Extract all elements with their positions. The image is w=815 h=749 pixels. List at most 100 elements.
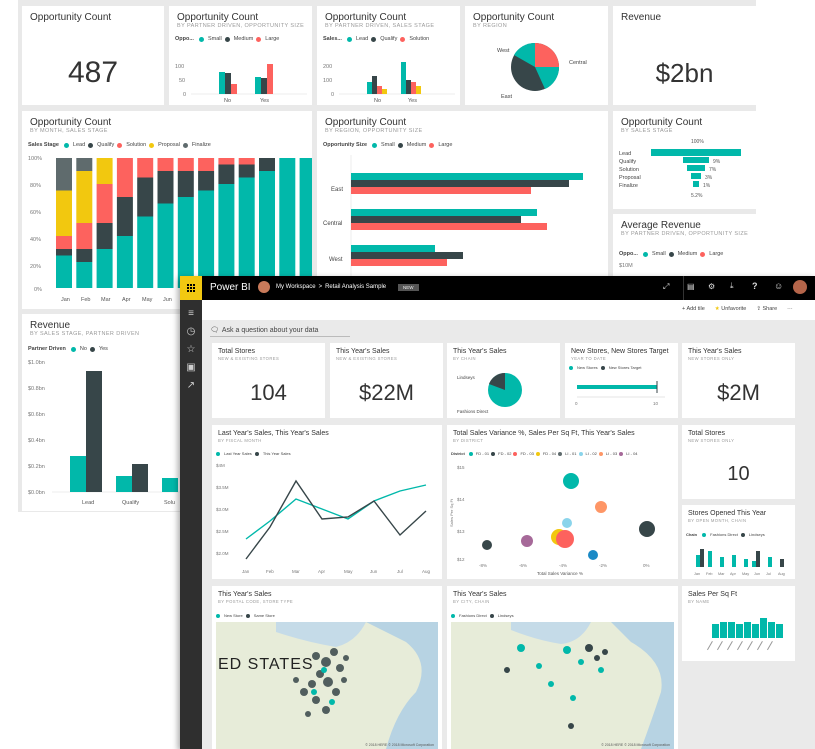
- chart-legend: Sales... Lead Qualify Solution: [323, 36, 430, 42]
- tick-label: 100: [175, 64, 184, 70]
- x-tick: 0%: [643, 563, 650, 568]
- bar: [351, 223, 547, 230]
- variance-scatter-chart[interactable]: Total Sales Variance %, Sales Per Sq Ft,…: [447, 425, 678, 579]
- map-canvas[interactable]: © 2018 HERE © 2018 Microsoft Corporation: [451, 622, 674, 749]
- gear-icon[interactable]: ⚙: [708, 282, 715, 291]
- sales-new-stores-card[interactable]: This Year's Sales NEW STORES ONLY $2M: [682, 343, 795, 418]
- breadcrumb-workspace[interactable]: My Workspace: [276, 284, 316, 290]
- chart-legend: Oppo... Small Medium Large: [619, 251, 724, 257]
- stacked-bar-segment: [96, 158, 113, 184]
- this-year-sales-card[interactable]: This Year's Sales NEW & EXISTING STORES …: [330, 343, 443, 418]
- unfavorite-button[interactable]: ★ Unfavorite: [715, 306, 747, 312]
- opportunity-partner-stage-chart[interactable]: Opportunity Count BY PARTNER DRIVEN, SAL…: [317, 6, 460, 105]
- opportunity-count-card[interactable]: Opportunity Count 487: [22, 6, 164, 105]
- funnel-bar: [693, 181, 699, 187]
- add-tile-button[interactable]: + Add tile: [682, 306, 705, 312]
- share-button[interactable]: ⇪ Share: [756, 306, 777, 312]
- stacked-bar-segment: [116, 158, 133, 197]
- category-label: Yes: [260, 98, 269, 104]
- funnel-bar: [651, 149, 741, 156]
- card-value: 10: [727, 463, 750, 485]
- category-label: Solu: [164, 500, 175, 506]
- chat-icon[interactable]: ▤: [687, 282, 695, 291]
- tick-label: $2.5M: [216, 529, 229, 534]
- opportunity-partner-size-chart[interactable]: Opportunity Count BY PARTNER DRIVEN, OPP…: [169, 6, 312, 105]
- chart-title: New Stores, New Stores Target: [571, 348, 669, 355]
- series-line-this-year: [245, 479, 427, 560]
- profile-avatar[interactable]: [793, 280, 807, 294]
- chart-legend: Chain Fashions Direct Lindseys: [686, 532, 765, 537]
- stacked-bar-segment: [279, 158, 296, 288]
- bar-plot: $1.0bn $0.8bn $0.6bn $0.4bn $0.2bn $0.0b…: [28, 360, 180, 506]
- bar: [231, 84, 237, 94]
- tick-label: $3.0M: [216, 507, 229, 512]
- average-revenue-chart[interactable]: Average Revenue BY PARTNER DRIVEN, OPPOR…: [613, 214, 756, 276]
- breadcrumb-separator: >: [318, 284, 323, 290]
- tick-label: $14: [457, 497, 465, 502]
- stores-opened-chart[interactable]: Stores Opened This Year BY OPEN MONTH, C…: [682, 505, 795, 579]
- new-stores-target-chart[interactable]: New Stores, New Stores Target YEAR TO DA…: [565, 343, 678, 418]
- tick-label: 40%: [30, 237, 41, 243]
- scatter-point: [562, 518, 572, 528]
- stacked-bar-segment: [218, 164, 235, 184]
- feedback-icon[interactable]: ☺: [774, 281, 783, 291]
- app-launcher-icon[interactable]: [180, 276, 202, 300]
- stacked-bar-segment: [56, 236, 72, 249]
- map-canvas[interactable]: ED STATES © 2018 HERE © 2018 Microsoft C…: [216, 622, 438, 749]
- revenue-stage-chart[interactable]: Revenue BY SALES STAGE, PARTNER DRIVEN P…: [22, 314, 180, 511]
- favorites-icon[interactable]: ☆: [185, 344, 197, 356]
- stage-label: Lead: [619, 151, 631, 157]
- svg-text:Feb: Feb: [706, 572, 713, 576]
- sales-by-chain-pie[interactable]: This Year's Sales BY CHAIN Lindseys Fash…: [447, 343, 560, 418]
- sales-line-chart[interactable]: Last Year's Sales, This Year's Sales BY …: [212, 425, 442, 579]
- bar: [372, 76, 377, 94]
- revenue-card[interactable]: Revenue $2bn: [613, 6, 756, 105]
- opportunity-region-pie[interactable]: Opportunity Count BY REGION West Central…: [465, 6, 608, 105]
- sales-per-sqft-chart[interactable]: Sales Per Sq Ft BY NAME: [682, 586, 795, 661]
- stacked-bar-segment: [56, 255, 72, 288]
- more-button[interactable]: ···: [787, 306, 793, 312]
- funnel-pct: 3%: [705, 175, 713, 181]
- bar: [712, 624, 719, 638]
- left-nav: ≡ ◷ ☆ ▣ ↗: [180, 300, 202, 749]
- month-label: Jan: [61, 297, 70, 303]
- category-label: Lead: [82, 500, 94, 506]
- tick-label: $15: [457, 465, 465, 470]
- help-icon[interactable]: ?: [752, 281, 758, 291]
- x-tick: Apr: [318, 569, 326, 574]
- card-title: This Year's Sales: [336, 348, 390, 355]
- qna-input[interactable]: 🗨 Ask a question about your data: [210, 324, 350, 337]
- app-name[interactable]: Power BI: [210, 282, 251, 293]
- download-icon[interactable]: ⤓: [730, 281, 734, 291]
- region-label: East: [331, 187, 343, 193]
- stacked-bar-segment: [157, 171, 174, 204]
- expand-nav-icon[interactable]: ↗: [185, 380, 197, 392]
- tick-label: $10M: [619, 263, 633, 269]
- chart-title: Opportunity Count: [473, 12, 555, 23]
- total-stores-new-card[interactable]: Total Stores NEW STORES ONLY 10: [682, 425, 795, 499]
- bar: [351, 216, 521, 223]
- bar: [351, 252, 463, 259]
- opportunity-region-size-chart[interactable]: Opportunity Count BY REGION, OPPORTUNITY…: [317, 111, 608, 276]
- tick-label: 50: [179, 78, 185, 84]
- opportunity-stage-funnel[interactable]: Opportunity Count BY SALES STAGE 100% Le…: [613, 111, 756, 209]
- avatar[interactable]: [258, 281, 270, 293]
- menu-icon[interactable]: ≡: [185, 308, 197, 320]
- chart-legend: Last Year Sales This Year Sales: [216, 451, 291, 456]
- sales-postal-map[interactable]: This Year's Sales BY POSTAL CODE, STORE …: [212, 586, 442, 749]
- svg-text:Apr: Apr: [730, 572, 737, 576]
- bar: [577, 385, 657, 389]
- bar: [351, 180, 569, 187]
- total-stores-card[interactable]: Total Stores NEW & EXISTING STORES 104: [212, 343, 325, 418]
- breadcrumb-dashboard[interactable]: Retail Analysis Sample: [325, 284, 386, 290]
- expand-icon[interactable]: ⤢: [663, 282, 669, 292]
- card-value: 104: [250, 380, 287, 405]
- stacked-bar-segment: [238, 164, 255, 178]
- apps-icon[interactable]: ▣: [185, 362, 197, 374]
- stacked-bar-segment: [76, 249, 93, 262]
- tick-label: $0.6bn: [28, 412, 45, 418]
- bar: [728, 622, 735, 638]
- sales-city-map[interactable]: This Year's Sales BY CITY, CHAIN Fashion…: [447, 586, 678, 749]
- stacked-bar-segment: [56, 158, 72, 191]
- recent-icon[interactable]: ◷: [185, 326, 197, 338]
